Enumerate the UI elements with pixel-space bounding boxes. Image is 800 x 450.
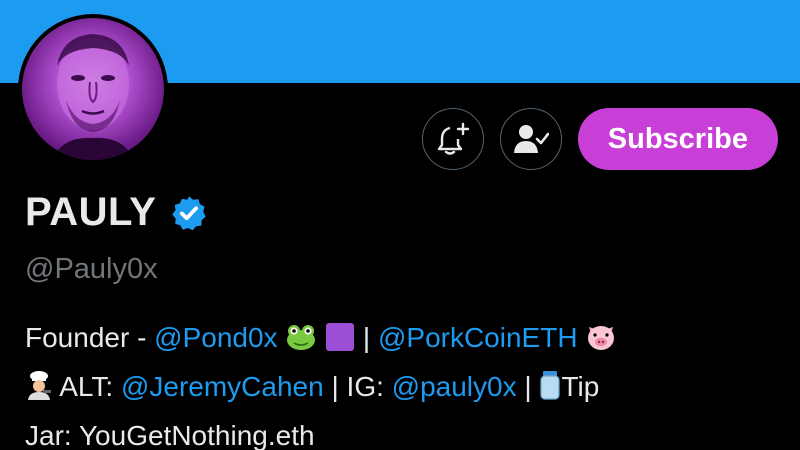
bio-text-tip: Tip: [561, 371, 600, 402]
profile-bio: Founder - @Pond0x | @PorkCoinETH ALT: @J…: [25, 315, 785, 450]
following-button[interactable]: [499, 108, 562, 170]
bell-plus-icon: [437, 122, 469, 155]
subscribe-button[interactable]: Subscribe: [577, 108, 778, 170]
mention-link-pond[interactable]: @Pond0x: [154, 322, 277, 353]
purple-square-icon: [325, 319, 355, 364]
mention-link-ig[interactable]: @pauly0x: [392, 371, 517, 402]
cook-icon: [25, 368, 53, 413]
mention-link-jeremy[interactable]: @JeremyCahen: [121, 371, 324, 402]
display-name: PAULY: [25, 190, 157, 234]
profile-handle: @Pauly0x: [25, 253, 158, 285]
avatar[interactable]: [18, 14, 168, 164]
profile-actions: Subscribe: [421, 108, 778, 170]
pig-face-icon: [585, 319, 617, 364]
frog-icon: [285, 319, 317, 364]
avatar-image: [22, 18, 164, 160]
profile-name-row: PAULY: [25, 190, 208, 235]
bio-separator: |: [355, 322, 378, 353]
bio-text-alt: ALT:: [53, 371, 121, 402]
bio-line-2: ALT: @JeremyCahen | IG: @pauly0x | Tip: [25, 364, 785, 413]
bio-separator: |: [516, 371, 540, 402]
notifications-button[interactable]: [421, 108, 484, 170]
bio-text: Founder -: [25, 322, 155, 353]
bio-text-ig: | IG:: [323, 371, 392, 402]
mention-link-pork[interactable]: @PorkCoinETH: [378, 322, 578, 353]
bio-line-3: Jar: YouGetNothing.eth: [25, 420, 315, 450]
person-check-icon: [513, 125, 549, 153]
jar-icon: [539, 368, 561, 413]
bio-line-1: Founder - @Pond0x | @PorkCoinETH: [25, 315, 785, 364]
verified-badge-icon[interactable]: [170, 194, 208, 232]
